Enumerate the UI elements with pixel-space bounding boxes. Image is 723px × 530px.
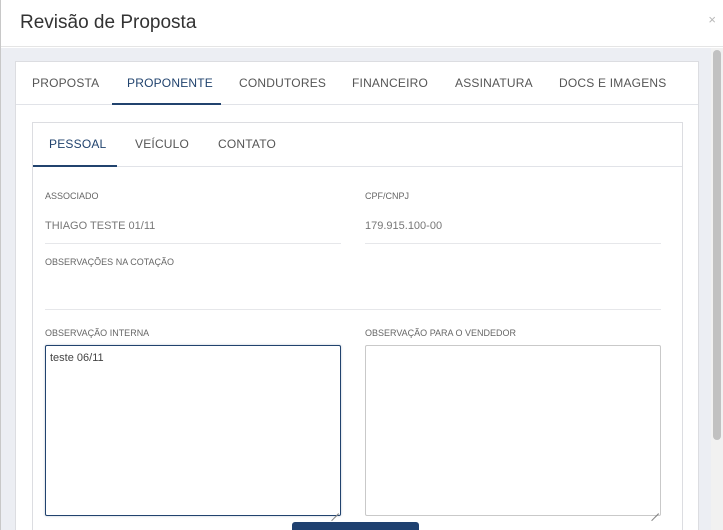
tab-financeiro[interactable]: FINANCEIRO — [352, 62, 428, 105]
personal-card: PESSOAL VEÍCULO CONTATO ASSOCIADO THIAGO… — [32, 122, 683, 530]
tab-proposta[interactable]: PROPOSTA — [32, 62, 99, 105]
associado-divider — [45, 243, 341, 244]
tab-pessoal[interactable]: PESSOAL — [33, 123, 117, 167]
observacao-vendedor-textarea[interactable] — [365, 345, 661, 516]
modal-title: Revisão de Proposta — [20, 12, 197, 33]
tab-docs-e-imagens[interactable]: DOCS E IMAGENS — [559, 62, 666, 105]
tab-assinatura[interactable]: ASSINATURA — [455, 62, 533, 105]
cpf-cnpj-value: 179.915.100-00 — [365, 220, 443, 232]
tab-proponente[interactable]: PROPONENTE — [112, 62, 221, 105]
review-proposal-modal: Revisão de Proposta × PROPOSTA PROPONENT… — [0, 0, 723, 530]
resize-grip-icon[interactable] — [651, 506, 659, 514]
outer-tab-bar: PROPOSTA PROPONENTE CONDUTORES FINANCEIR… — [16, 62, 698, 105]
associado-value: THIAGO TESTE 01/11 — [45, 220, 156, 232]
cpf-cnpj-divider — [365, 243, 661, 244]
close-icon[interactable]: × — [708, 13, 716, 26]
observacoes-cotacao-label: OBSERVAÇÕES NA COTAÇÃO — [45, 257, 175, 267]
modal-scrollbar[interactable] — [711, 48, 723, 530]
scrollbar-thumb[interactable] — [713, 50, 721, 440]
inner-tab-bar: PESSOAL VEÍCULO CONTATO — [33, 123, 682, 167]
observacao-interna-label: OBSERVAÇÃO INTERNA — [45, 328, 150, 338]
resize-grip-icon[interactable] — [331, 506, 339, 514]
tab-contato[interactable]: CONTATO — [218, 123, 276, 167]
observacoes-cotacao-divider — [45, 309, 661, 310]
modal-header: Revisão de Proposta × — [1, 0, 723, 47]
associado-label: ASSOCIADO — [45, 191, 99, 201]
tab-condutores[interactable]: CONDUTORES — [239, 62, 326, 105]
modal-body: PROPOSTA PROPONENTE CONDUTORES FINANCEIR… — [1, 48, 712, 530]
proposal-card: PROPOSTA PROPONENTE CONDUTORES FINANCEIR… — [15, 61, 699, 530]
tab-veiculo[interactable]: VEÍCULO — [135, 123, 189, 167]
cpf-cnpj-label: CPF/CNPJ — [365, 191, 410, 201]
observacao-interna-textarea[interactable]: teste 06/11 — [45, 345, 341, 516]
save-button[interactable] — [292, 522, 419, 530]
observacao-vendedor-label: OBSERVAÇÃO PARA O VENDEDOR — [365, 328, 517, 338]
